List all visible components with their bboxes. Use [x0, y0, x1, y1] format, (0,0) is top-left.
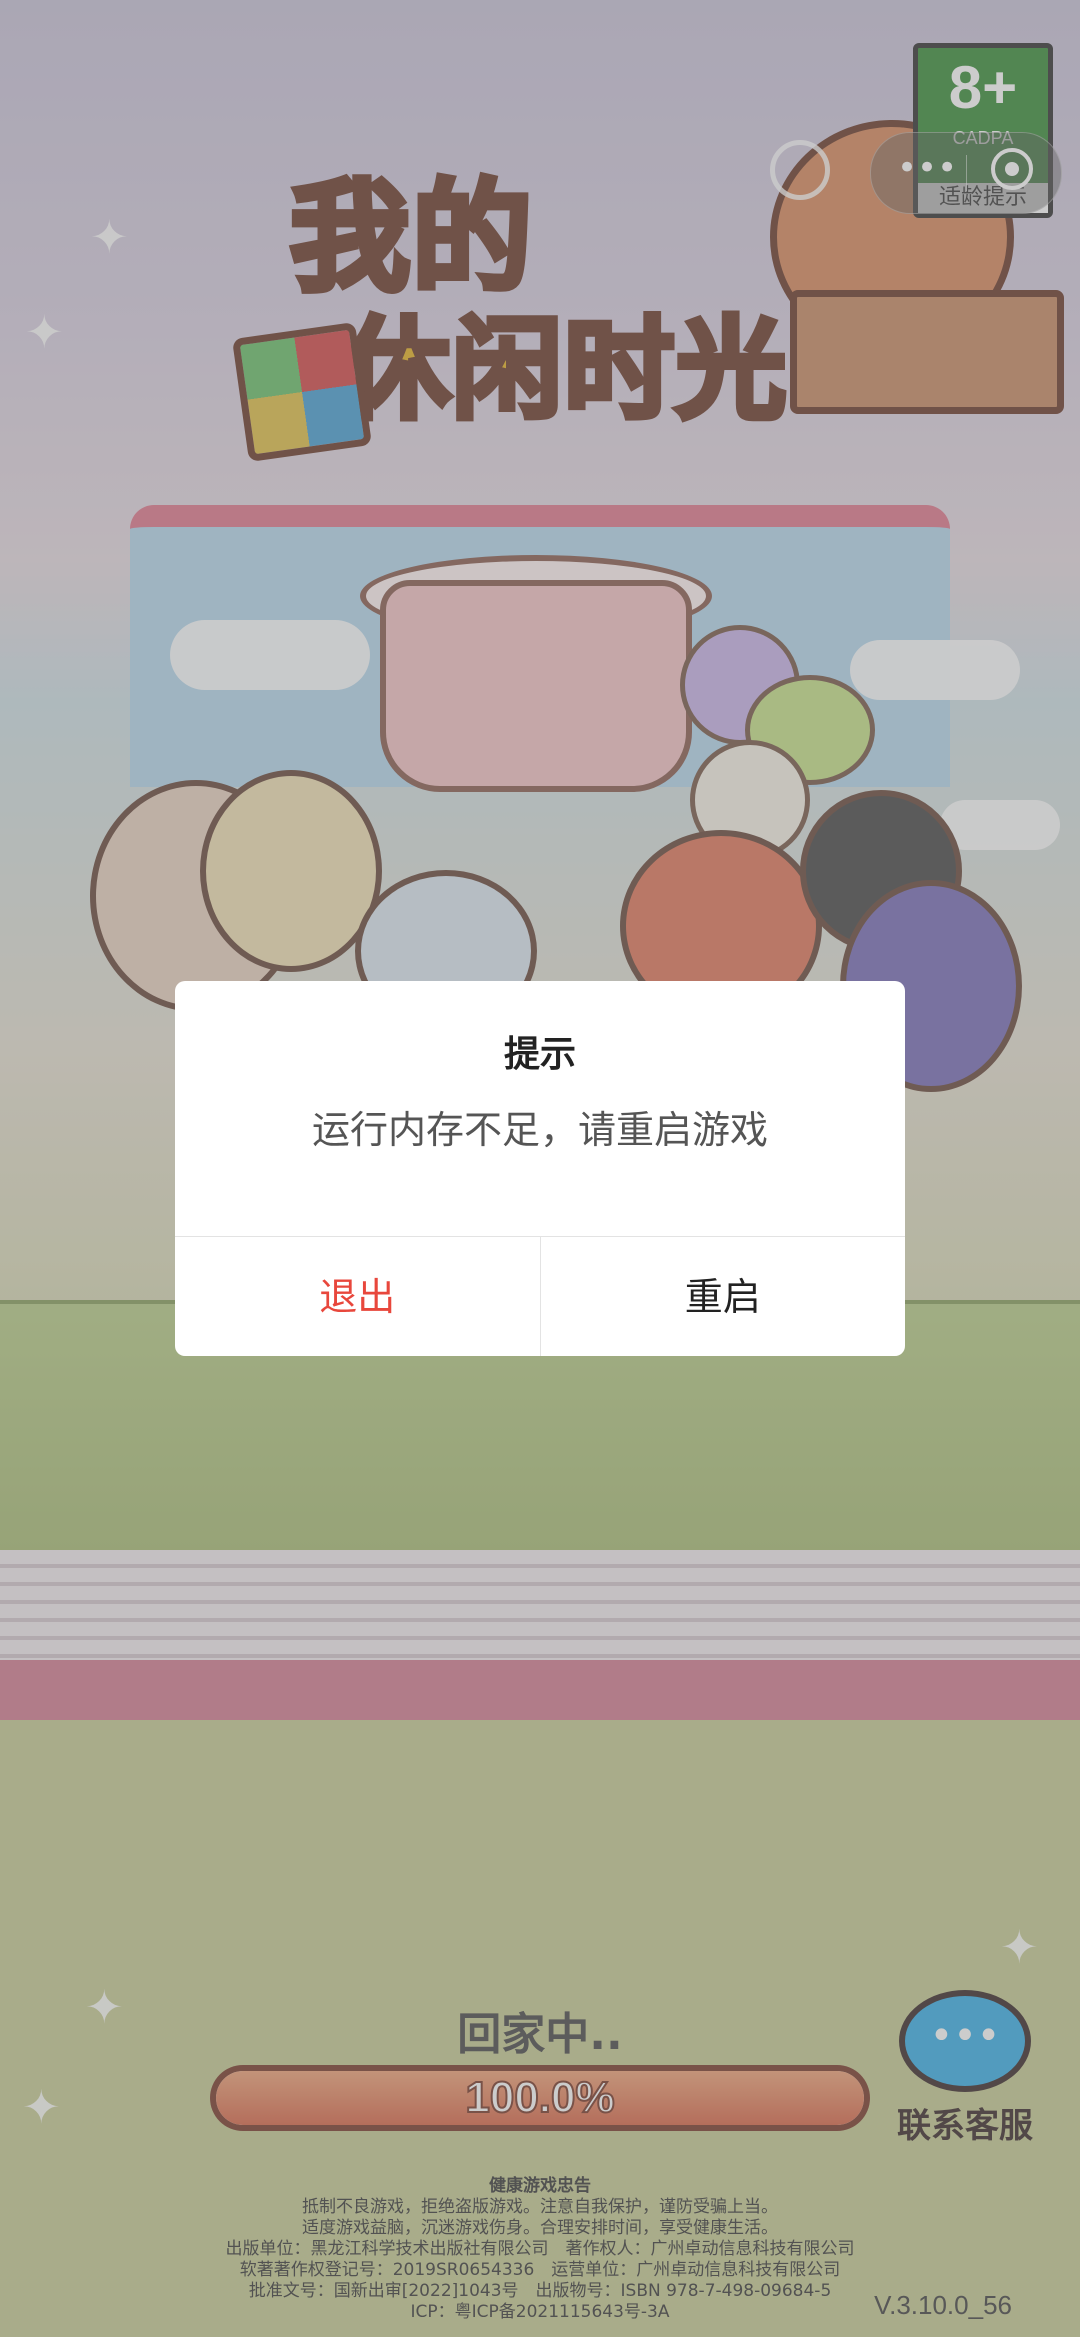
dialog-buttons: 退出 重启: [175, 1236, 905, 1356]
dialog-message: 运行内存不足，请重启游戏: [311, 1108, 768, 1152]
dialog-title: 提示: [503, 1034, 576, 1075]
exit-button[interactable]: 退出: [175, 1237, 541, 1356]
alert-dialog: 提示 运行内存不足，请重启游戏 退出 重启: [175, 981, 905, 1356]
restart-button[interactable]: 重启: [541, 1237, 906, 1356]
